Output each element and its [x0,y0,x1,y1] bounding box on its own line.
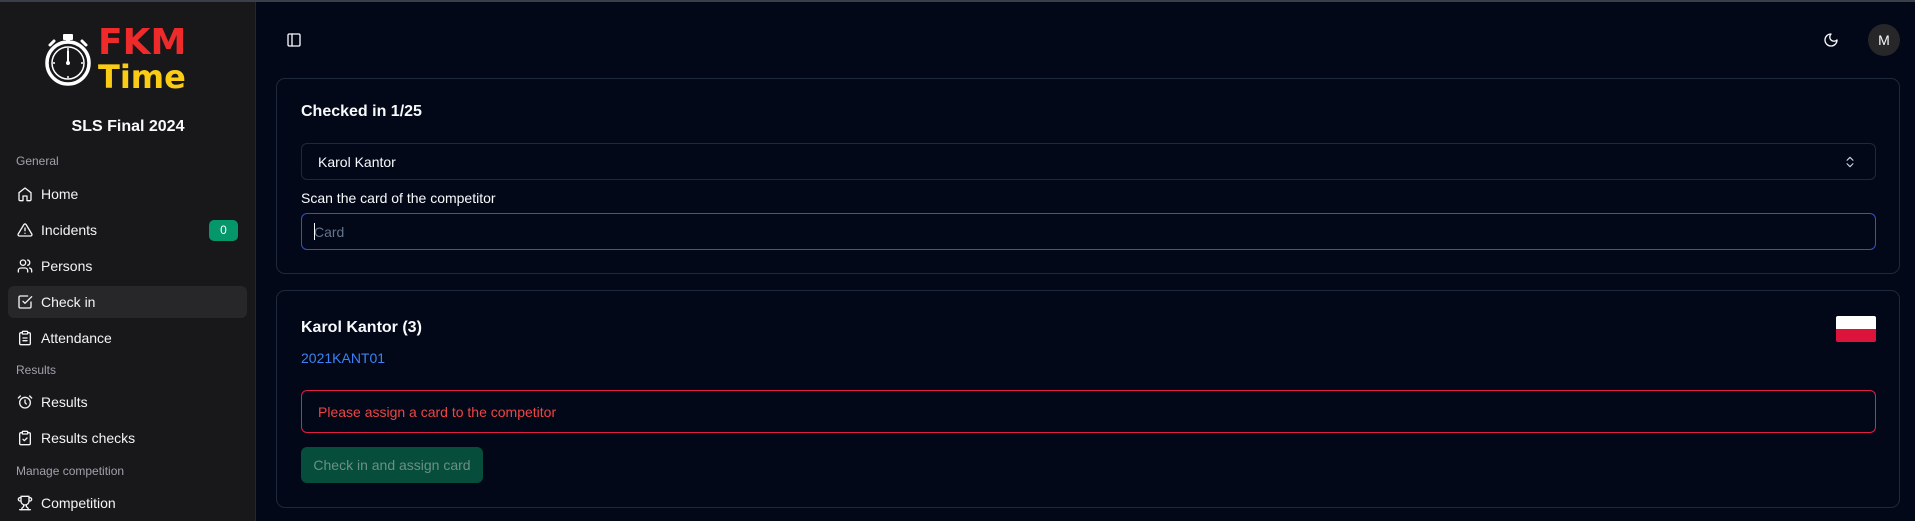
users-icon [17,259,33,273]
sidebar-item-check-in[interactable]: Check in [8,286,247,318]
sidebar-group-results: Results [16,363,57,377]
sidebar-item-label: Home [41,186,79,202]
card-input[interactable] [301,213,1876,250]
competitor-wca-id-link[interactable]: 2021KANT01 [301,350,385,366]
sidebar-item-label: Check in [41,294,96,310]
logo-text-line2: Time [98,58,186,96]
panel-left-icon [287,33,301,47]
home-icon [18,187,32,202]
alert-text: Please assign a card to the competitor [318,403,557,420]
sidebar-group-general: General [16,154,59,168]
competitor-card: Karol Kantor (3) 2021KANT01 Please assig… [276,290,1900,508]
sidebar-group-manage-competition: Manage competition [16,464,125,478]
sidebar-item-incidents[interactable]: Incidents 0 [8,214,247,246]
competitor-name: Karol Kantor (3) [301,319,422,336]
check-square-icon [18,295,33,309]
theme-toggle-button[interactable] [1818,27,1844,53]
window-top-border [0,0,1915,2]
alert-triangle-icon [17,223,33,237]
chevrons-up-down-icon [1846,156,1854,168]
check-in-assign-card-button[interactable]: Check in and assign card [301,447,483,483]
person-select[interactable]: Karol Kantor [301,143,1876,180]
scan-card-label: Scan the card of the competitor [301,190,496,206]
sidebar-item-attendance[interactable]: Attendance [8,322,247,354]
assign-card-alert: Please assign a card to the competitor [301,390,1876,433]
moon-icon [1824,33,1838,47]
sidebar-item-competition[interactable]: Competition [8,487,247,519]
sidebar: FKM Time SLS Final 2024 General Home Inc… [0,2,256,521]
sidebar-item-home[interactable]: Home [8,178,247,210]
clipboard-check-icon [19,430,31,446]
alarm-clock-icon [17,395,33,409]
competition-name: SLS Final 2024 [71,118,185,135]
sidebar-item-results-checks[interactable]: Results checks [8,422,247,454]
clipboard-icon [19,330,31,346]
sidebar-toggle-button[interactable] [281,27,307,53]
sidebar-item-results[interactable]: Results [8,386,247,418]
incidents-count-badge: 0 [209,220,238,241]
logo-text-line1: FKM [98,22,187,63]
sidebar-item-label: Competition [41,495,116,511]
sidebar-item-label: Attendance [41,330,112,346]
app-logo[interactable]: FKM Time [40,22,200,97]
sidebar-item-label: Persons [41,258,93,274]
user-avatar[interactable]: M [1868,24,1900,56]
stopwatch-icon [45,34,91,86]
checked-in-count-title: Checked in 1/25 [301,103,422,120]
sidebar-item-label: Incidents [41,222,98,238]
sidebar-item-label: Results checks [41,430,136,446]
text-caret [314,223,315,240]
sidebar-item-label: Results [41,394,88,410]
person-select-value: Karol Kantor [318,153,396,170]
trophy-icon [17,495,33,511]
poland-flag-icon [1836,316,1876,342]
sidebar-item-persons[interactable]: Persons [8,250,247,282]
checkin-card: Checked in 1/25 Karol Kantor Scan the ca… [276,78,1900,274]
